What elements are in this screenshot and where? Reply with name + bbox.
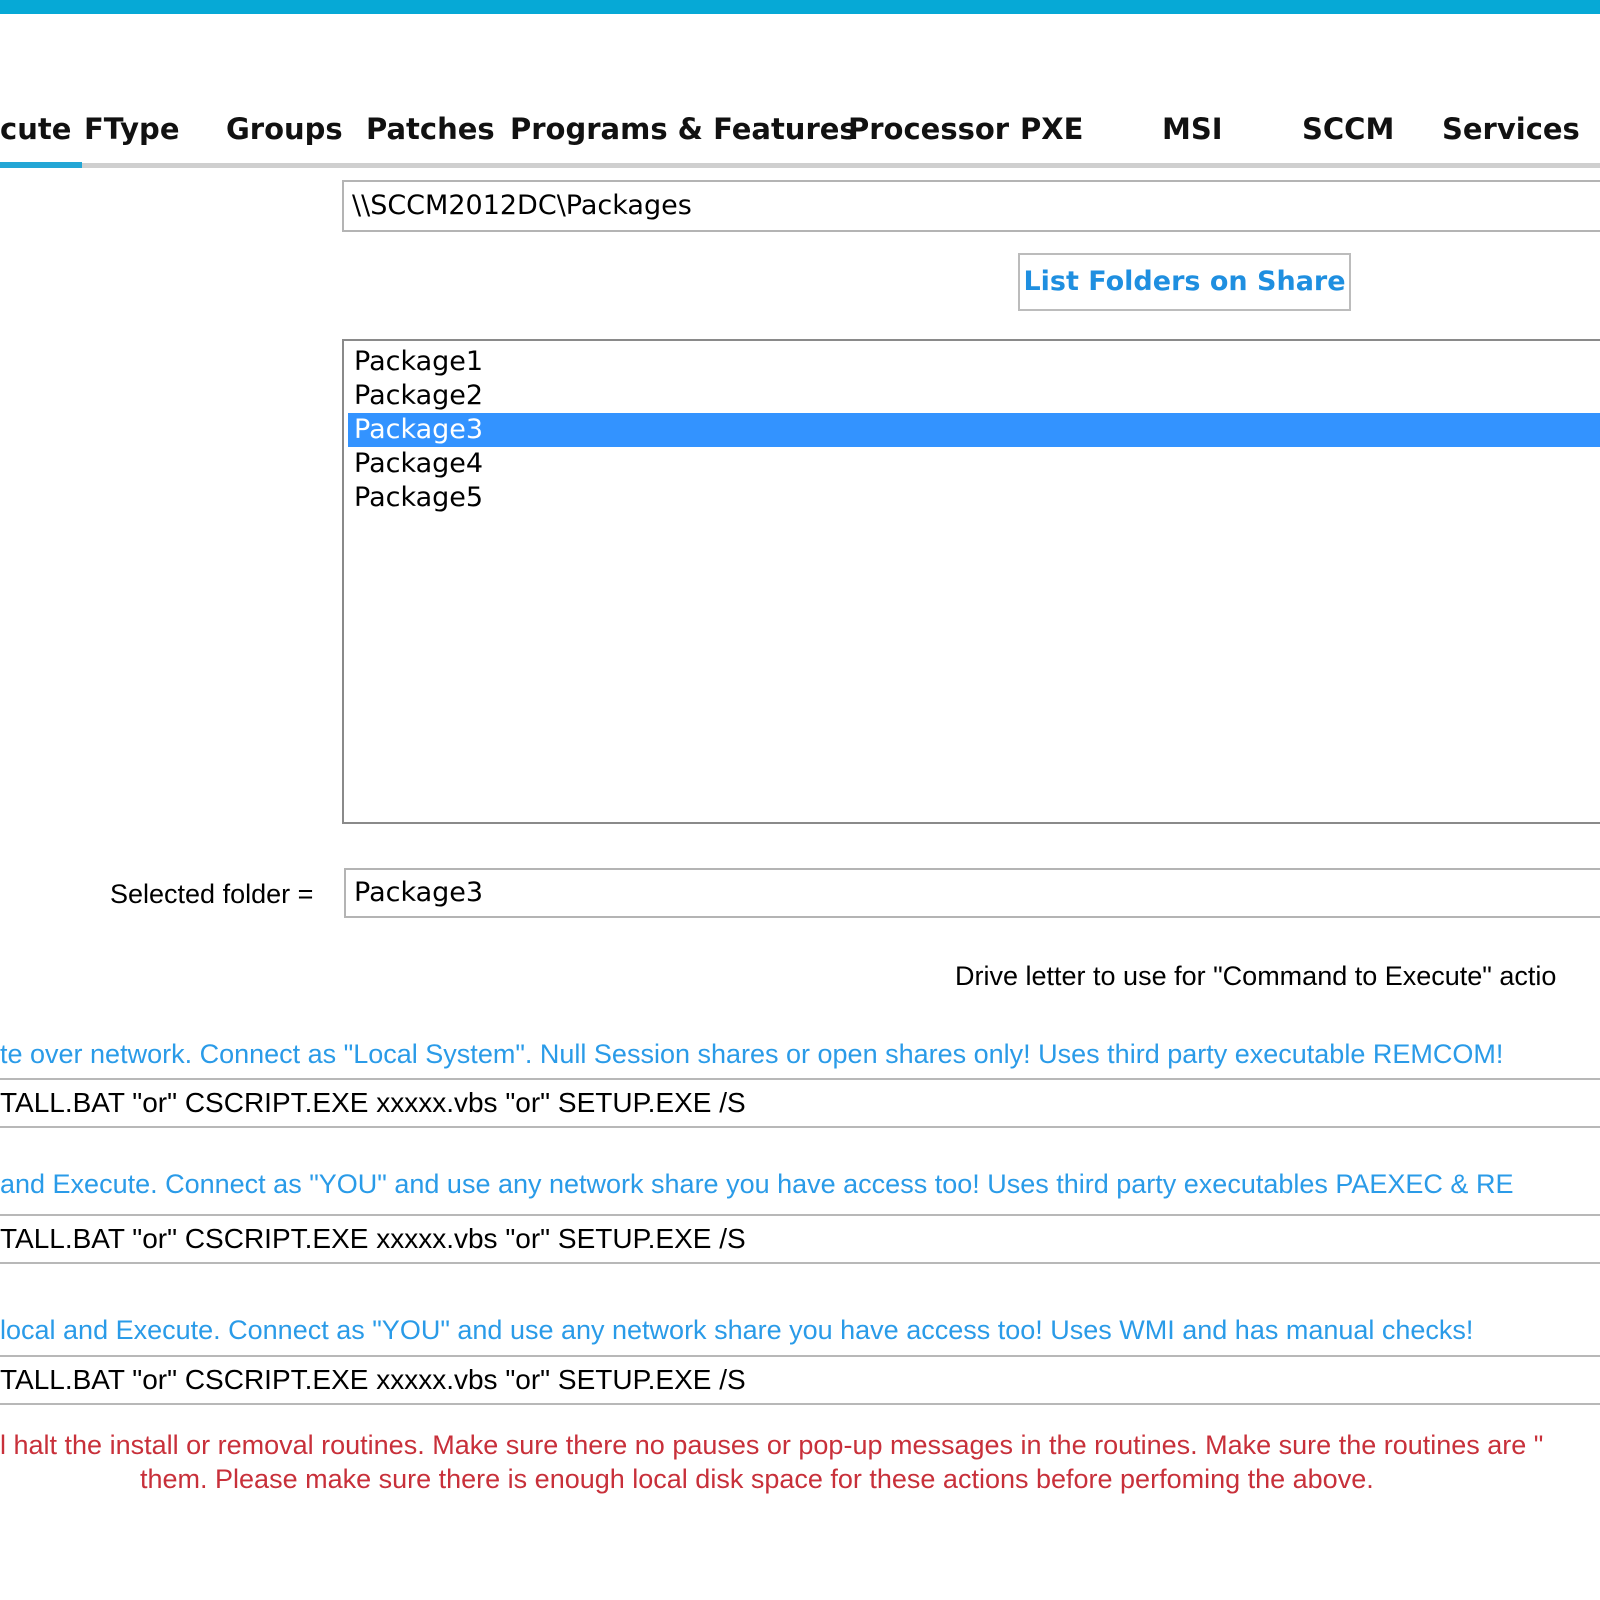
active-tab-indicator xyxy=(0,162,82,168)
list-item-selected[interactable]: Package3 xyxy=(348,413,1600,447)
tab-patches[interactable]: Patches xyxy=(366,104,495,154)
tab-strip-divider xyxy=(0,163,1600,168)
selected-folder-field[interactable]: Package3 xyxy=(344,868,1600,918)
selected-folder-label: Selected folder = xyxy=(110,879,314,909)
list-item[interactable]: Package5 xyxy=(348,481,1600,515)
method-1-command-input[interactable]: TALL.BAT "or" CSCRIPT.EXE xxxxx.vbs "or"… xyxy=(0,1078,1600,1128)
method-2-command-input[interactable]: TALL.BAT "or" CSCRIPT.EXE xxxxx.vbs "or"… xyxy=(0,1214,1600,1264)
list-item[interactable]: Package4 xyxy=(348,447,1600,481)
tab-ftype[interactable]: FType xyxy=(84,104,179,154)
tab-services[interactable]: Services xyxy=(1442,104,1580,154)
warning-text-line-2: them. Please make sure there is enough l… xyxy=(140,1464,1374,1494)
tab-sccm[interactable]: SCCM xyxy=(1302,104,1394,154)
share-path-input[interactable]: \\SCCM2012DC\Packages xyxy=(342,180,1600,232)
method-1-note: te over network. Connect as "Local Syste… xyxy=(0,1039,1504,1069)
folder-listbox[interactable]: Package1 Package2 Package3 Package4 Pack… xyxy=(342,339,1600,824)
list-folders-button[interactable]: List Folders on Share xyxy=(1018,253,1351,311)
tab-groups[interactable]: Groups xyxy=(226,104,343,154)
method-3-command-input[interactable]: TALL.BAT "or" CSCRIPT.EXE xxxxx.vbs "or"… xyxy=(0,1355,1600,1405)
tab-msi[interactable]: MSI xyxy=(1162,104,1223,154)
method-3-note: local and Execute. Connect as "YOU" and … xyxy=(0,1315,1474,1345)
window-top-accent-bar xyxy=(0,0,1600,14)
tab-processor[interactable]: Processor xyxy=(848,104,1009,154)
drive-letter-label: Drive letter to use for "Command to Exec… xyxy=(955,961,1557,991)
tab-programs-features[interactable]: Programs & Features xyxy=(510,104,857,154)
list-item[interactable]: Package1 xyxy=(348,345,1600,379)
tab-pxe[interactable]: PXE xyxy=(1020,104,1083,154)
list-item[interactable]: Package2 xyxy=(348,379,1600,413)
method-2-note: and Execute. Connect as "YOU" and use an… xyxy=(0,1169,1514,1199)
tab-execute[interactable]: cute xyxy=(0,104,71,154)
tab-strip: cute FType Groups Patches Programs & Fea… xyxy=(0,104,1600,160)
warning-text-line-1: l halt the install or removal routines. … xyxy=(0,1430,1544,1460)
